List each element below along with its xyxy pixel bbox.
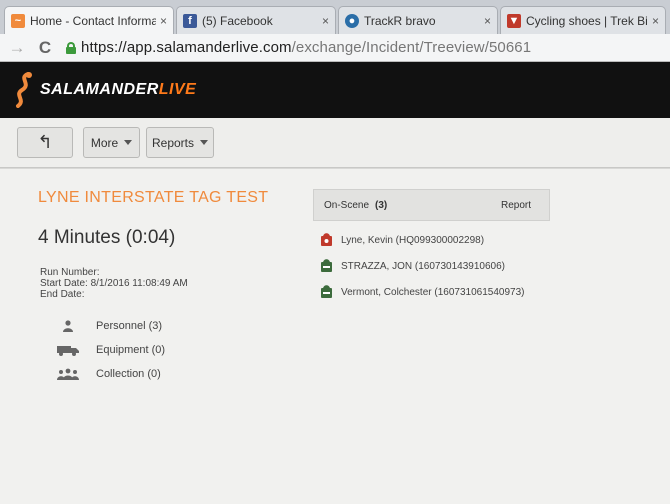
more-dropdown-button[interactable]: More bbox=[83, 127, 140, 158]
tab-label: (5) Facebook bbox=[202, 13, 273, 28]
close-icon[interactable]: × bbox=[484, 14, 491, 28]
lock-icon bbox=[66, 41, 76, 54]
tab-trek-bikes[interactable]: ▼ Cycling shoes | Trek Bikes × bbox=[500, 6, 666, 34]
more-label: More bbox=[90, 135, 119, 150]
chevron-down-icon bbox=[200, 140, 209, 145]
brand-accent: LIVE bbox=[158, 81, 197, 98]
on-scene-report-link[interactable]: Report bbox=[501, 200, 531, 211]
responder-icon bbox=[321, 284, 333, 301]
trek-icon: ▼ bbox=[507, 13, 521, 28]
resource-label: Collection (0) bbox=[96, 368, 161, 380]
resource-label: Personnel (3) bbox=[96, 320, 163, 332]
tab-label: Home - Contact Informat bbox=[30, 13, 156, 28]
close-icon[interactable]: × bbox=[652, 14, 659, 28]
reload-icon[interactable]: C bbox=[34, 38, 56, 58]
browser-tab-strip: ~ Home - Contact Informat × f (5) Facebo… bbox=[0, 0, 670, 34]
on-scene-label: On-Scene bbox=[324, 199, 370, 211]
close-icon[interactable]: × bbox=[322, 14, 329, 28]
start-date-value: 8/1/2016 11:08:49 AM bbox=[90, 278, 188, 289]
trackr-icon: ● bbox=[345, 13, 359, 28]
url-field[interactable]: https://app.salamanderlive.com/exchange/… bbox=[81, 39, 531, 56]
incident-title: LYNE INTERSTATE TAG TEST bbox=[38, 189, 269, 206]
tab-label: Cycling shoes | Trek Bikes bbox=[526, 13, 648, 28]
run-number-label: Run Number: bbox=[40, 267, 100, 278]
resource-collection[interactable]: Collection (0) bbox=[56, 368, 161, 380]
tab-label: TrackR bravo bbox=[364, 13, 436, 28]
close-icon[interactable]: × bbox=[160, 14, 167, 28]
person-name: Vermont, Colchester (160731061540973) bbox=[341, 287, 525, 298]
tab-facebook[interactable]: f (5) Facebook × bbox=[176, 6, 336, 34]
tab-trackr[interactable]: ● TrackR bravo × bbox=[338, 6, 498, 34]
resource-label: Equipment (0) bbox=[96, 344, 166, 356]
personnel-icon bbox=[56, 320, 80, 332]
forward-arrow-icon[interactable]: → bbox=[6, 38, 28, 58]
reports-dropdown-button[interactable]: Reports bbox=[146, 127, 214, 158]
commander-icon bbox=[321, 232, 333, 249]
start-date-row: Start Date: 8/1/2016 11:08:49 AM bbox=[40, 278, 188, 289]
on-scene-person[interactable]: STRAZZA, JON (160730143910606) bbox=[321, 258, 505, 275]
brand-primary: SALAMANDER bbox=[40, 81, 159, 98]
back-button[interactable]: ↰ bbox=[17, 127, 73, 158]
tab-home-contact[interactable]: ~ Home - Contact Informat × bbox=[4, 6, 174, 34]
elapsed-time: 4 Minutes (0:04) bbox=[38, 227, 176, 248]
url-host: https://app.salamanderlive.com bbox=[81, 39, 292, 56]
incident-panel: LYNE INTERSTATE TAG TEST 4 Minutes (0:04… bbox=[0, 169, 670, 504]
on-scene-header: On-Scene (3) Report bbox=[313, 189, 550, 221]
salamander-favicon-icon: ~ bbox=[11, 13, 25, 28]
responder-icon bbox=[321, 258, 333, 275]
salamander-logo-icon[interactable] bbox=[12, 72, 36, 108]
resource-personnel[interactable]: Personnel (3) bbox=[56, 320, 162, 332]
on-scene-person[interactable]: Vermont, Colchester (160731061540973) bbox=[321, 284, 524, 301]
start-date-label: Start Date: bbox=[40, 278, 88, 289]
person-name: Lyne, Kevin (HQ099300002298) bbox=[341, 235, 485, 246]
equipment-icon bbox=[56, 344, 80, 356]
end-date-label: End Date: bbox=[40, 289, 85, 300]
facebook-icon: f bbox=[183, 13, 197, 28]
on-scene-person[interactable]: Lyne, Kevin (HQ099300002298) bbox=[321, 232, 484, 249]
reports-label: Reports bbox=[151, 135, 195, 150]
person-name: STRAZZA, JON (160730143910606) bbox=[341, 261, 505, 272]
collection-icon bbox=[56, 368, 80, 380]
toolbar: ↰ More Reports bbox=[0, 118, 670, 168]
brand-logo[interactable]: SALAMANDERLIVE bbox=[40, 81, 196, 99]
back-arrow-icon: ↰ bbox=[37, 132, 53, 152]
on-scene-count: (3) bbox=[375, 199, 388, 211]
app-header: SALAMANDERLIVE bbox=[0, 62, 670, 118]
resource-equipment[interactable]: Equipment (0) bbox=[56, 344, 165, 356]
incident-meta: Run Number: Start Date: 8/1/2016 11:08:4… bbox=[40, 267, 188, 300]
url-path: /exchange/Incident/Treeview/50661 bbox=[291, 39, 532, 56]
chevron-down-icon bbox=[124, 140, 133, 145]
address-bar: → C https://app.salamanderlive.com/excha… bbox=[0, 34, 670, 62]
